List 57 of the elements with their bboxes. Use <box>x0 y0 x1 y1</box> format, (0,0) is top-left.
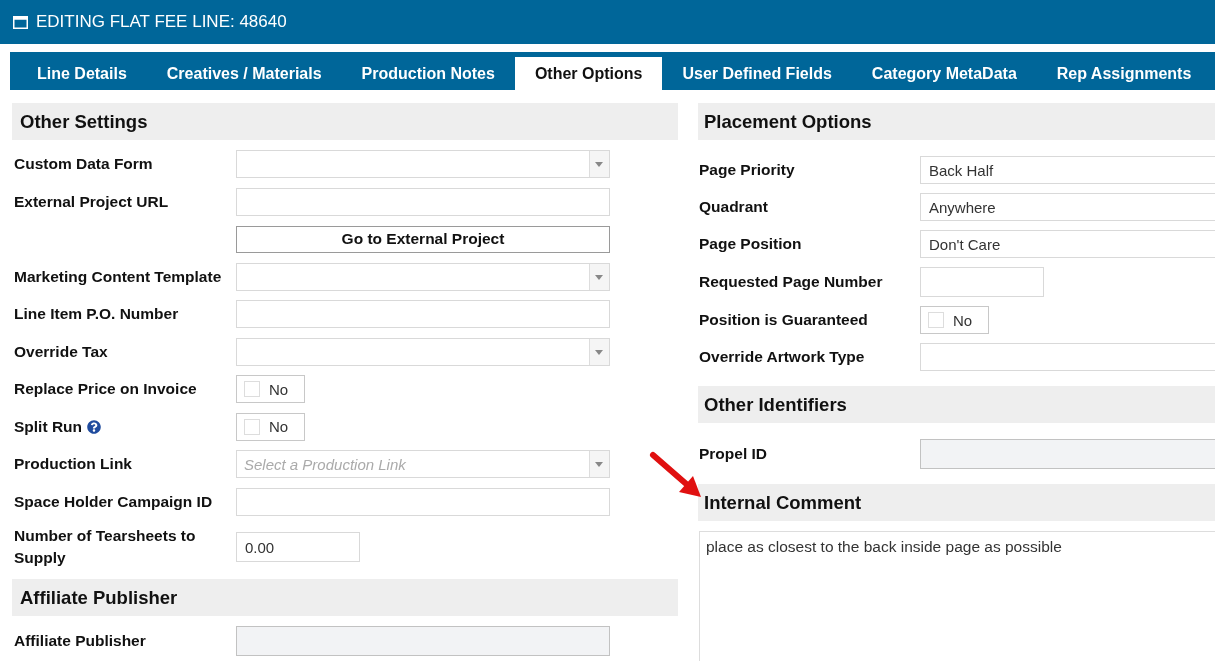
section-title: Other Settings <box>20 110 148 133</box>
tab[interactable]: Category MetaData <box>851 57 1037 90</box>
checkbox[interactable] <box>244 381 260 397</box>
field-label: Affiliate Publisher <box>14 631 146 651</box>
text-field[interactable] <box>236 187 610 216</box>
window-icon <box>13 15 28 29</box>
tab[interactable]: Production Notes <box>341 57 515 90</box>
section-title: Placement Options <box>704 110 872 133</box>
tab[interactable]: Line Details <box>17 57 147 90</box>
field-label: Split Run <box>14 416 83 437</box>
help-icon[interactable] <box>87 419 102 434</box>
number-field[interactable]: 0.00 <box>236 532 360 562</box>
section-title: Other Identifiers <box>704 393 847 416</box>
field-label: Replace Price on Invoice <box>14 379 197 399</box>
field-label: Production Link <box>14 454 132 474</box>
section-title: Affiliate Publisher <box>20 586 178 609</box>
text-field[interactable]: Anywhere <box>920 193 1215 221</box>
checkbox-field[interactable]: No <box>920 306 989 334</box>
field-label: Propel ID <box>699 444 768 464</box>
text-field[interactable]: Don't Care <box>920 230 1215 258</box>
field-label: Line Item P.O. Number <box>14 304 179 324</box>
text-field[interactable] <box>920 343 1215 371</box>
tab[interactable]: Creatives / Materials <box>146 57 342 90</box>
field-label: Quadrant <box>699 197 768 217</box>
tab[interactable]: Rep Assignments <box>1036 57 1212 90</box>
window-title: EDITING FLAT FEE LINE: 48640 <box>36 12 287 32</box>
field-label: Marketing Content Template <box>14 266 222 287</box>
select-field[interactable] <box>236 262 610 291</box>
text-field[interactable]: Back Half <box>920 156 1215 184</box>
field-label: Custom Data Form <box>14 154 153 174</box>
field-label: Page Position <box>699 234 802 254</box>
section-title: Internal Comment <box>704 491 862 514</box>
text-field[interactable] <box>236 300 610 328</box>
field-label: Page Priority <box>699 160 795 180</box>
field-label: Position is Guaranteed <box>699 310 868 330</box>
checkbox[interactable] <box>244 418 260 435</box>
caret-icon[interactable] <box>589 338 609 365</box>
tab[interactable]: User Defined Fields <box>662 57 852 90</box>
number-field[interactable] <box>920 267 1044 297</box>
tab[interactable]: Other Options <box>514 57 663 90</box>
text-field[interactable] <box>236 487 610 516</box>
comment-textarea[interactable]: place as closest to the back inside page as possible <box>699 531 1215 661</box>
field-label: Override Tax <box>14 341 108 362</box>
caret-icon[interactable] <box>589 151 609 177</box>
checkbox-field[interactable]: No <box>236 412 305 441</box>
select-field[interactable] <box>236 337 610 366</box>
caret-icon[interactable] <box>589 451 609 477</box>
field-label: External Project URL <box>14 191 169 212</box>
select-field[interactable] <box>236 150 610 178</box>
caret-icon[interactable] <box>589 263 609 290</box>
checkbox[interactable] <box>928 312 944 328</box>
field-label: Requested Page Number <box>699 272 883 292</box>
field-label: Override Artwork Type <box>699 347 865 367</box>
checkbox-field[interactable]: No <box>236 375 305 403</box>
field-label: Space Holder Campaign ID <box>14 491 213 512</box>
field-label: Number of Tearsheets to Supply <box>14 526 197 568</box>
go-to-project-button[interactable]: Go to External Project <box>236 225 610 253</box>
